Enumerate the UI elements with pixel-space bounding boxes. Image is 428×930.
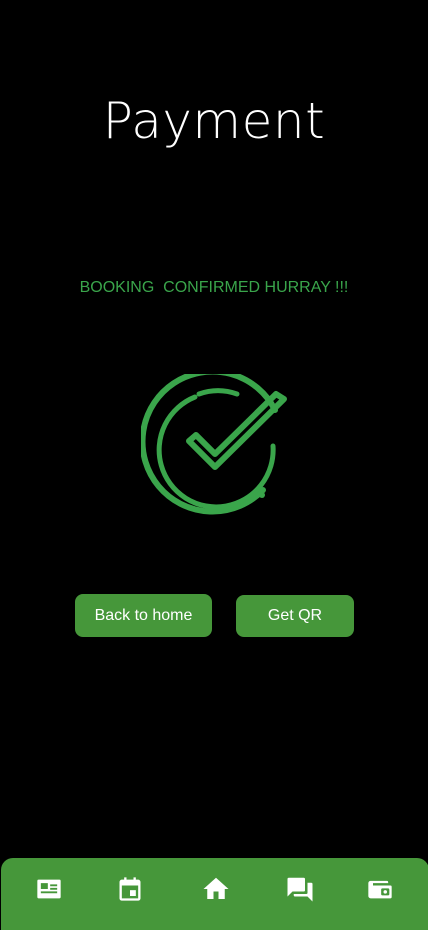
- check-circle-icon: [139, 368, 291, 524]
- chat-icon: [287, 877, 313, 902]
- calendar-icon: [119, 877, 141, 901]
- nav-profile-card[interactable]: [32, 872, 66, 906]
- back-to-home-label: Back to home: [94, 606, 193, 624]
- profile-card-icon: [37, 879, 61, 899]
- nav-calendar[interactable]: [113, 872, 147, 906]
- booking-confirmed-message: BOOKING CONFIRMED HURRAY !!!: [79, 279, 349, 296]
- home-icon: [203, 877, 229, 899]
- nav-home[interactable]: [199, 872, 233, 906]
- back-to-home-button[interactable]: Back to home: [75, 594, 212, 637]
- page-title: Payment: [102, 92, 326, 150]
- nav-chat[interactable]: [283, 872, 317, 906]
- nav-wallet[interactable]: [363, 872, 397, 906]
- wallet-icon: [368, 880, 392, 899]
- bottom-navigation: [1, 858, 428, 930]
- get-qr-button[interactable]: Get QR: [236, 595, 354, 637]
- get-qr-label: Get QR: [267, 607, 323, 624]
